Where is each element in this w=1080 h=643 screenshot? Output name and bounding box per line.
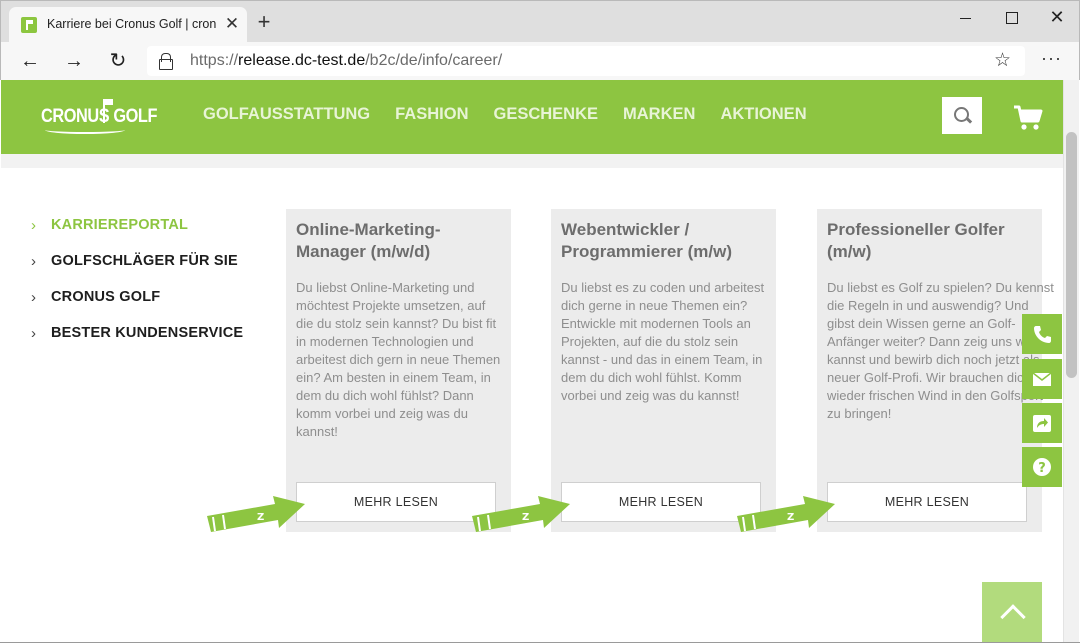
sidebar-item-karriereportal[interactable]: › KARRIEREPORTAL	[31, 217, 271, 253]
svg-text:?: ?	[1038, 461, 1046, 476]
main-navigation: GOLFAUSSTATTUNG FASHION GESCHENKE MARKEN…	[203, 105, 807, 129]
window-minimize-button[interactable]	[942, 5, 988, 31]
nav-marken[interactable]: MARKEN	[623, 105, 695, 129]
svg-text:Z: Z	[787, 512, 794, 523]
nav-aktionen[interactable]: AKTIONEN	[720, 105, 806, 129]
sidebar-item-cronus-golf[interactable]: › CRONUS GOLF	[31, 289, 271, 325]
job-description: Du liebst Online-Marketing und möchtest …	[296, 280, 501, 439]
window-close-button[interactable]: ✕	[1034, 5, 1080, 31]
phone-button[interactable]	[1022, 314, 1062, 354]
phone-icon	[1034, 326, 1051, 343]
read-more-button[interactable]: MEHR LESEN	[827, 482, 1027, 522]
read-more-button[interactable]: MEHR LESEN	[296, 482, 496, 522]
svg-text:Z: Z	[522, 512, 529, 523]
search-icon[interactable]	[942, 97, 982, 134]
logo-swoosh	[45, 126, 125, 134]
nav-fashion[interactable]: FASHION	[395, 105, 468, 129]
svg-text:Z: Z	[257, 512, 264, 523]
new-tab-button[interactable]: +	[253, 11, 275, 34]
browser-tab-strip: Karriere bei Cronus Golf | cronus ✕ + ✕	[0, 0, 1080, 43]
logo-flag-icon	[103, 99, 113, 123]
sidebar-item-label: CRONUS GOLF	[51, 289, 161, 305]
page-scrollbar[interactable]	[1063, 80, 1079, 643]
pencil-arrow-icon: Z	[737, 496, 835, 532]
help-icon: ?	[1033, 458, 1051, 476]
job-description: Du liebst es zu coden und arbeitest dich…	[561, 280, 765, 403]
tab-title: Karriere bei Cronus Golf | cronus	[47, 17, 217, 31]
header-spacer	[1, 154, 1063, 168]
job-card-online-marketing: Online-Marketing-Manager (m/w/d) Du lieb…	[286, 209, 511, 532]
pencil-arrow-icon: Z	[472, 496, 570, 532]
chevron-right-icon: ›	[31, 217, 37, 234]
chevron-right-icon: ›	[31, 289, 37, 306]
address-bar[interactable]: https://release.dc-test.de/b2c/de/info/c…	[147, 46, 1025, 76]
logo-text: CRONUS GOLF	[41, 106, 158, 127]
job-title: Online-Marketing-Manager (m/w/d)	[296, 220, 441, 261]
back-to-top-button[interactable]	[982, 582, 1042, 643]
site-header: CRONUS GOLF GOLFAUSSTATTUNG FASHION GESC…	[1, 80, 1063, 154]
nav-golfausstattung[interactable]: GOLFAUSSTATTUNG	[203, 105, 370, 129]
pencil-arrow-icon: Z	[207, 496, 305, 532]
window-maximize-button[interactable]	[988, 5, 1034, 31]
scrollbar-thumb[interactable]	[1066, 132, 1077, 378]
url-text[interactable]: https://release.dc-test.de/b2c/de/info/c…	[190, 52, 502, 70]
browser-menu-icon[interactable]: ···	[1041, 48, 1062, 69]
favorite-star-icon[interactable]: ☆	[994, 49, 1011, 72]
share-button[interactable]	[1022, 403, 1062, 443]
reload-button[interactable]: ↻	[104, 47, 132, 75]
tab-close-icon[interactable]: ✕	[223, 14, 241, 34]
sidebar-item-label: KARRIEREPORTAL	[51, 217, 189, 233]
mail-button[interactable]	[1022, 359, 1062, 399]
site-favicon-icon	[21, 17, 37, 33]
share-icon	[1033, 415, 1051, 432]
help-button[interactable]: ?	[1022, 447, 1062, 487]
nav-geschenke[interactable]: GESCHENKE	[493, 105, 598, 129]
job-card-webentwickler: Webentwickler / Programmierer (m/w) Du l…	[551, 209, 776, 532]
sidebar-item-label: BESTER KUNDENSERVICE	[51, 325, 244, 341]
web-page: CRONUS GOLF GOLFAUSSTATTUNG FASHION GESC…	[1, 80, 1063, 643]
cart-icon[interactable]	[1013, 104, 1043, 132]
job-title: Professioneller Golfer (m/w)	[827, 220, 1005, 261]
mail-icon	[1032, 372, 1052, 386]
sidebar: › KARRIEREPORTAL › GOLFSCHLÄGER FÜR SIE …	[31, 217, 271, 361]
lock-icon[interactable]	[159, 53, 173, 70]
sidebar-item-golfschlaeger[interactable]: › GOLFSCHLÄGER FÜR SIE	[31, 253, 271, 289]
cronus-golf-logo[interactable]: CRONUS GOLF	[41, 98, 157, 138]
read-more-button[interactable]: MEHR LESEN	[561, 482, 761, 522]
forward-button[interactable]: →	[60, 47, 88, 75]
chevron-right-icon: ›	[31, 325, 37, 342]
job-title: Webentwickler / Programmierer (m/w)	[561, 220, 732, 261]
job-card-golfer: Professioneller Golfer (m/w) Du liebst e…	[817, 209, 1057, 532]
sidebar-item-label: GOLFSCHLÄGER FÜR SIE	[51, 253, 238, 269]
browser-tab[interactable]: Karriere bei Cronus Golf | cronus ✕	[9, 7, 247, 43]
back-button[interactable]: ←	[16, 47, 44, 75]
sidebar-item-kundenservice[interactable]: › BESTER KUNDENSERVICE	[31, 325, 271, 361]
chevron-right-icon: ›	[31, 253, 37, 270]
browser-toolbar: ← → ↻ https://release.dc-test.de/b2c/de/…	[0, 42, 1080, 80]
